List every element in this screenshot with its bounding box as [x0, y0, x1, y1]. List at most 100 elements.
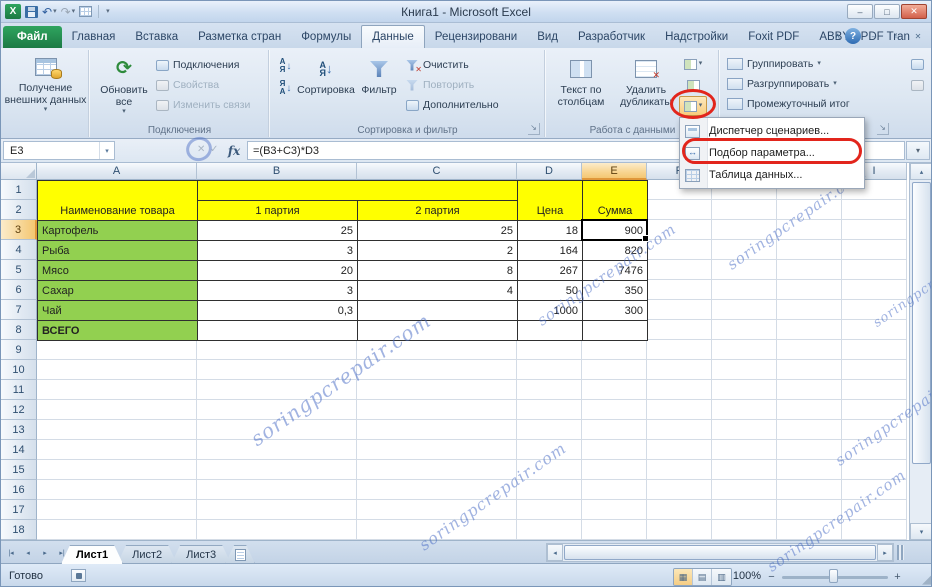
select-all-corner[interactable] — [1, 163, 37, 180]
zoom-slider-thumb[interactable] — [829, 569, 838, 583]
expand-formula-bar-button[interactable]: ▾ — [906, 141, 930, 160]
column-header-b[interactable]: B — [197, 163, 357, 180]
remove-duplicates-button[interactable]: Удалить дубликаты — [613, 52, 679, 116]
column-header-e[interactable]: E — [582, 163, 647, 180]
cell-b2-batch1[interactable]: 1 партия — [198, 201, 358, 221]
normal-view-button[interactable]: ▦ — [674, 569, 693, 585]
workbook-close-button[interactable]: ✕ — [909, 30, 927, 43]
cell-d8[interactable] — [518, 321, 583, 341]
clear-filter-button[interactable]: ✕ Очистить — [403, 55, 501, 75]
table-mode-button[interactable] — [79, 6, 92, 17]
tab-developer[interactable]: Разработчик — [568, 26, 655, 48]
properties-button[interactable]: Свойства — [153, 75, 252, 95]
tab-home[interactable]: Главная — [62, 26, 126, 48]
cell-c7[interactable] — [358, 301, 518, 321]
scroll-up-button[interactable]: ▴ — [910, 163, 932, 180]
connections-button[interactable]: Подключения — [153, 55, 252, 75]
row-header[interactable]: 7 — [1, 300, 37, 320]
tab-page-layout[interactable]: Разметка стран — [188, 26, 291, 48]
sort-az-button[interactable]: АЯ ↓ — [274, 56, 297, 76]
advanced-filter-button[interactable]: Дополнительно — [403, 95, 501, 115]
tab-formulas[interactable]: Формулы — [291, 26, 361, 48]
scroll-down-button[interactable]: ▾ — [910, 523, 932, 540]
cell-e8[interactable] — [583, 321, 648, 341]
workbook-minimize-button[interactable]: – — [865, 30, 883, 43]
row-header[interactable]: 17 — [1, 500, 37, 520]
close-button[interactable]: ✕ — [901, 4, 927, 19]
cell-d1-price-header[interactable]: Цена — [518, 181, 583, 221]
cell-d3[interactable]: 18 — [518, 221, 583, 241]
row-header[interactable]: 16 — [1, 480, 37, 500]
cell-a3[interactable]: Картофель — [38, 221, 198, 241]
dialog-launcher-icon[interactable]: ↘ — [877, 123, 889, 135]
filter-button[interactable]: Фильтр — [355, 52, 403, 115]
dialog-launcher-icon[interactable]: ↘ — [528, 123, 540, 135]
name-box[interactable]: E3 ▾ — [3, 141, 115, 160]
sort-button[interactable]: АЯ ↓ Сортировка — [297, 52, 355, 115]
row-header[interactable]: 10 — [1, 360, 37, 380]
zoom-in-button[interactable]: + — [891, 570, 904, 583]
cell-b5[interactable]: 20 — [198, 261, 358, 281]
tab-view[interactable]: Вид — [527, 26, 568, 48]
prev-sheet-button[interactable]: ◂ — [20, 544, 36, 561]
first-sheet-button[interactable]: |◂ — [3, 544, 19, 561]
macro-record-button[interactable] — [71, 569, 86, 582]
data-validation-button[interactable]: ▾ — [679, 54, 707, 74]
help-button[interactable]: ? — [845, 28, 861, 44]
row-header[interactable]: 13 — [1, 420, 37, 440]
zoom-level-label[interactable]: 100% — [723, 570, 761, 582]
tab-foxit-pdf[interactable]: Foxit PDF — [738, 26, 809, 48]
tab-data[interactable]: Данные — [361, 25, 425, 48]
cell-e1-sum-header[interactable]: Сумма — [583, 181, 648, 221]
row-header[interactable]: 2 — [1, 200, 37, 220]
cell-a6[interactable]: Сахар — [38, 281, 198, 301]
hide-detail-button[interactable] — [905, 76, 929, 94]
insert-sheet-button[interactable] — [225, 545, 255, 564]
name-box-dropdown[interactable]: ▾ — [99, 142, 114, 159]
sheet-tab-list2[interactable]: Лист2 — [117, 545, 177, 564]
refresh-all-button[interactable]: ⟳ Обновить все ▾ — [95, 52, 153, 116]
row-header[interactable]: 11 — [1, 380, 37, 400]
cell-c5[interactable]: 8 — [358, 261, 518, 281]
cell-e4[interactable]: 820 — [583, 241, 648, 261]
column-header-d[interactable]: D — [517, 163, 582, 180]
page-layout-view-button[interactable]: ▤ — [693, 569, 712, 585]
reapply-button[interactable]: Повторить — [403, 75, 501, 95]
cell-c8[interactable] — [358, 321, 518, 341]
sheet-tab-list3[interactable]: Лист3 — [171, 545, 231, 564]
row-header[interactable]: 1 — [1, 180, 37, 200]
row-header[interactable]: 6 — [1, 280, 37, 300]
cell-b3[interactable]: 25 — [198, 221, 358, 241]
edit-links-button[interactable]: Изменить связи — [153, 95, 252, 115]
cell-a4[interactable]: Рыба — [38, 241, 198, 261]
row-header[interactable]: 14 — [1, 440, 37, 460]
cell-d7[interactable]: 1000 — [518, 301, 583, 321]
next-sheet-button[interactable]: ▸ — [37, 544, 53, 561]
row-header[interactable]: 18 — [1, 520, 37, 540]
column-header-a[interactable]: A — [37, 163, 197, 180]
active-cell-selection[interactable] — [581, 219, 648, 241]
sheet-tab-list1[interactable]: Лист1 — [61, 545, 123, 564]
ungroup-button[interactable]: Разгруппировать ▾ — [725, 74, 932, 94]
undo-button[interactable]: ↶▾ — [42, 6, 57, 18]
cell-a1-name-header[interactable]: Наименование товара — [38, 181, 198, 221]
group-button[interactable]: Группировать ▾ — [725, 54, 932, 74]
cell-a5[interactable]: Мясо — [38, 261, 198, 281]
resize-grip[interactable]: ◢ — [922, 571, 932, 587]
scroll-right-button[interactable]: ▸ — [877, 544, 893, 561]
save-button[interactable] — [25, 6, 38, 18]
cell-b1-quantity-header[interactable] — [198, 181, 518, 201]
cell-c4[interactable]: 2 — [358, 241, 518, 261]
cell-b6[interactable]: 3 — [198, 281, 358, 301]
insert-function-button[interactable]: fx — [223, 141, 245, 160]
vertical-scrollbar[interactable]: ▴ ▾ — [909, 163, 932, 540]
tab-split-handle[interactable] — [897, 545, 904, 560]
minimize-button[interactable]: – — [847, 4, 873, 19]
sort-za-button[interactable]: ЯА ↓ — [274, 78, 297, 98]
cell-c3[interactable]: 25 — [358, 221, 518, 241]
cell-a8-total[interactable]: ВСЕГО — [38, 321, 198, 341]
cell-e5[interactable]: 7476 — [583, 261, 648, 281]
tab-addins[interactable]: Надстройки — [655, 26, 738, 48]
cell-b7[interactable]: 0,3 — [198, 301, 358, 321]
row-header[interactable]: 4 — [1, 240, 37, 260]
